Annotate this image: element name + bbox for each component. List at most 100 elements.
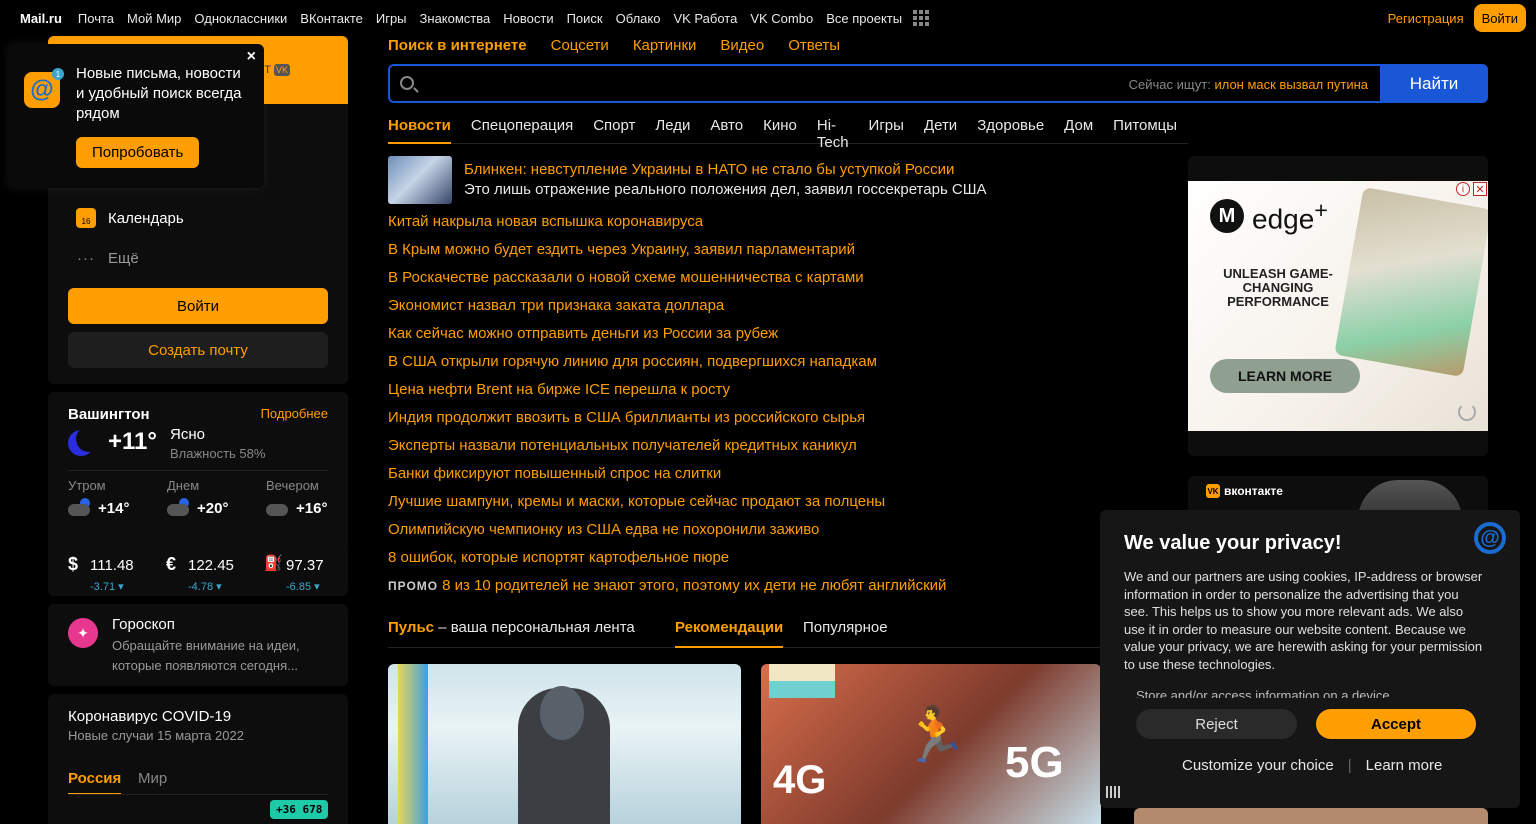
search-tab-video[interactable]: Видео (720, 37, 764, 54)
nav-item-vk[interactable]: ВКонтакте (300, 11, 363, 26)
currency-rates[interactable]: $ 111.48 -3.71 ▾ € 122.45 -4.78 ▾ ⛽ 97.3… (48, 544, 348, 596)
tab-hitech[interactable]: Hi-Tech (817, 117, 849, 151)
tab-russia[interactable]: Россия (68, 770, 122, 795)
menu-item-more[interactable]: ··· Ещё (76, 246, 139, 270)
weather-part-temp: +20° (197, 500, 229, 517)
feed-card-3[interactable] (1134, 808, 1488, 824)
horoscope-title: Гороскоп (112, 616, 175, 633)
tab-popular[interactable]: Популярное (803, 619, 888, 636)
register-link[interactable]: Регистрация (1388, 11, 1464, 26)
card-label-image (769, 664, 835, 698)
tab-cinema[interactable]: Кино (763, 117, 797, 143)
search-trending-hint[interactable]: Сейчас ищут: илон маск вызвал путина (1129, 77, 1368, 92)
news-link[interactable]: Банки фиксируют повышенный спрос на слит… (388, 464, 1168, 492)
horoscope-widget[interactable]: ✦ Гороскоп Обращайте внимание на идеи, к… (48, 604, 348, 686)
tab-world[interactable]: Мир (138, 770, 167, 787)
nav-item-news[interactable]: Новости (503, 11, 553, 26)
news-link[interactable]: Китай накрыла новая вспышка коронавируса (388, 212, 1168, 240)
tab-special-op[interactable]: Спецоперация (471, 117, 573, 143)
consent-purpose-item[interactable]: Store and/or access information on a dev… (1136, 688, 1390, 698)
news-link[interactable]: Экономист назвал три признака заката дол… (388, 296, 1168, 324)
news-link[interactable]: Лучшие шампуни, кремы и маски, которые с… (388, 492, 1168, 520)
nav-item-cloud[interactable]: Облако (616, 11, 661, 26)
weather-part-temp: +16° (296, 500, 328, 517)
news-link[interactable]: В США открыли горячую линию для россиян,… (388, 352, 1168, 380)
euro-icon: € (166, 554, 177, 574)
feed-card-2[interactable]: 🏃 4G 5G (761, 664, 1101, 824)
news-thumbnail[interactable] (388, 156, 452, 204)
news-link[interactable]: 8 ошибок, которые испортят картофельное … (388, 548, 1168, 576)
apps-grid-icon[interactable] (913, 10, 930, 26)
news-link[interactable]: Цена нефти Brent на бирже ICE перешла к … (388, 380, 1168, 408)
tab-home[interactable]: Дом (1064, 117, 1093, 143)
weather-more-link[interactable]: Подробнее (261, 406, 328, 421)
rate-change: -4.78 ▾ (188, 581, 222, 593)
rate-value: 122.45 (188, 557, 234, 574)
search-tab-social[interactable]: Соцсети (551, 37, 609, 54)
rate-value: 111.48 (90, 557, 134, 574)
runner-icon: 🏃 (901, 705, 969, 765)
nav-item-vk-combo[interactable]: VK Combo (750, 11, 813, 26)
oil-pump-icon: ⛽ (264, 555, 283, 572)
ad-close-icon[interactable]: ✕ (1473, 182, 1487, 196)
ad-info-icon[interactable]: i (1456, 182, 1470, 196)
news-link[interactable]: В Роскачестве рассказали о новой схеме м… (388, 268, 1168, 296)
tab-health[interactable]: Здоровье (977, 117, 1044, 143)
nav-item-search[interactable]: Поиск (567, 11, 603, 26)
news-link[interactable]: Индия продолжит ввозить в США бриллианты… (388, 408, 1168, 436)
news-list: Китай накрыла новая вспышка коронавируса… (388, 212, 1168, 604)
nav-item-ok[interactable]: Одноклассники (194, 11, 287, 26)
weather-temp: +11° (108, 428, 157, 455)
nav-item-all-projects[interactable]: Все проекты (826, 11, 902, 26)
promo-news-link[interactable]: ПРОМО 8 из 10 родителей не знают этого, п… (388, 576, 1168, 604)
nav-item-mail[interactable]: Почта (78, 11, 114, 26)
search-tab-answers[interactable]: Ответы (788, 37, 840, 54)
tab-recommendations[interactable]: Рекомендации (675, 619, 784, 648)
motorola-logo-icon: M (1210, 199, 1244, 233)
top-login-button[interactable]: Войти (1473, 4, 1526, 32)
nav-item-my-world[interactable]: Мой Мир (127, 11, 181, 26)
customize-choice-link[interactable]: Customize your choice (1182, 757, 1334, 774)
brand-link[interactable]: Mail.ru (20, 11, 62, 26)
ad-slogan: UNLEASH GAME-CHANGING PERFORMANCE (1223, 266, 1333, 309)
moon-icon (68, 430, 94, 456)
reject-button[interactable]: Reject (1136, 709, 1297, 739)
accept-button[interactable]: Accept (1316, 709, 1476, 739)
news-link[interactable]: Олимпийскую чемпионку из США едва не пох… (388, 520, 1168, 548)
close-icon[interactable]: × (247, 48, 256, 66)
tab-lady[interactable]: Леди (655, 117, 690, 143)
top-news-headline[interactable]: Блинкен: невступление Украины в НАТО не … (464, 161, 954, 178)
search-tab-web[interactable]: Поиск в интернете (388, 37, 527, 54)
tab-kids[interactable]: Дети (924, 117, 957, 143)
news-link[interactable]: В Крым можно будет ездить через Украину,… (388, 240, 1168, 268)
nav-item-games[interactable]: Игры (376, 11, 407, 26)
hint-query[interactable]: илон маск вызвал путина (1214, 77, 1368, 92)
search-tab-images[interactable]: Картинки (633, 37, 697, 54)
nav-item-dating[interactable]: Знакомства (420, 11, 491, 26)
nav-item-vk-work[interactable]: VK Работа (673, 11, 737, 26)
try-button[interactable]: Попробовать (76, 137, 200, 168)
learn-more-link[interactable]: Learn more (1366, 757, 1443, 774)
news-link[interactable]: Как сейчас можно отправить деньги из Рос… (388, 324, 1168, 352)
feed-card-1[interactable] (388, 664, 741, 824)
news-link[interactable]: Эксперты назвали потенциальных получател… (388, 436, 1168, 464)
login-button[interactable]: Войти (68, 288, 328, 324)
pulse-brand[interactable]: Пульс (388, 619, 434, 636)
refresh-icon[interactable] (1458, 403, 1476, 421)
tab-games[interactable]: Игры (869, 117, 904, 143)
create-mail-button[interactable]: Создать почту (68, 332, 328, 368)
weather-part-label: Утром (68, 478, 106, 493)
qr-icon (1106, 786, 1122, 798)
tab-news[interactable]: Новости (388, 117, 451, 144)
menu-item-calendar[interactable]: 16 Календарь (76, 206, 184, 230)
ad-banner[interactable]: M edge+ UNLEASH GAME-CHANGING PERFORMANC… (1188, 181, 1488, 431)
ad-learn-more-button[interactable]: LEARN MORE (1210, 359, 1360, 393)
tab-sport[interactable]: Спорт (593, 117, 635, 143)
search-input[interactable] (426, 66, 1126, 101)
promo-text[interactable]: 8 из 10 родителей не знают этого, поэтом… (442, 577, 946, 594)
tab-auto[interactable]: Авто (710, 117, 743, 143)
weather-widget[interactable]: Вашингтон Подробнее +11° Ясно Влажность … (48, 392, 348, 568)
search-button[interactable]: Найти (1380, 64, 1488, 103)
covid-widget: Коронавирус COVID-19 Новые случаи 15 мар… (48, 694, 348, 824)
tab-pets[interactable]: Питомцы (1113, 117, 1177, 143)
